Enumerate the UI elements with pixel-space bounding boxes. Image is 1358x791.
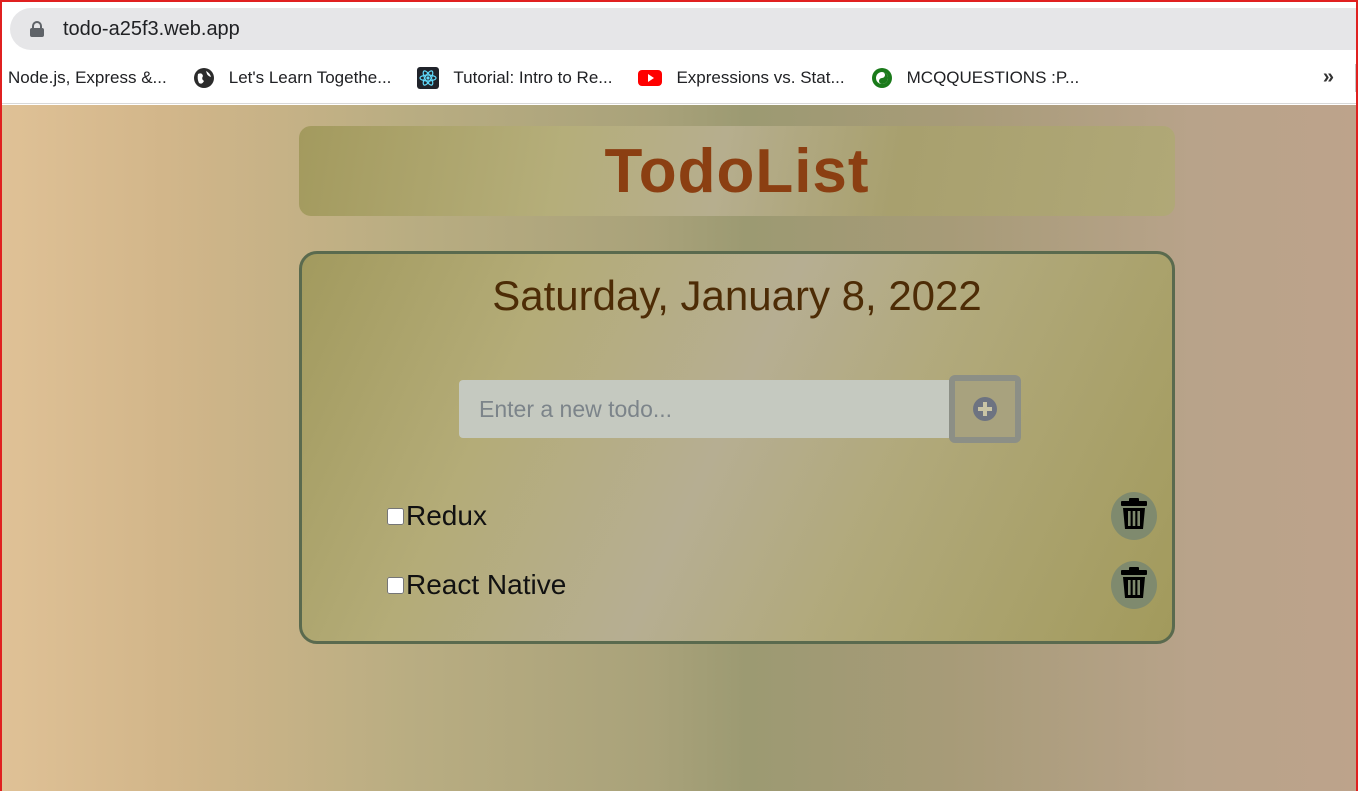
youtube-icon: [638, 67, 663, 89]
delete-todo-button[interactable]: [1111, 492, 1157, 540]
bookmark-label: MCQQUESTIONS :P...: [906, 68, 1080, 87]
bookmark-label: Expressions vs. Stat...: [676, 68, 845, 87]
bookmark-label: Let's Learn Togethe...: [228, 68, 392, 87]
bookmarks-overflow-button[interactable]: »: [1323, 66, 1334, 89]
trash-icon: [1120, 566, 1148, 604]
bookmark-react-tutorial[interactable]: Tutorial: Intro to Re...: [417, 67, 612, 89]
todo-text: Redux: [406, 500, 487, 531]
todo-checkbox[interactable]: [387, 576, 404, 594]
react-icon: [417, 67, 440, 89]
url-text[interactable]: todo-a25f3.web.app: [63, 18, 240, 41]
todo-item: React Native: [387, 561, 1157, 609]
browser-chrome: todo-a25f3.web.app Node.js, Express &...…: [2, 2, 1356, 104]
app-header: TodoList: [299, 126, 1175, 216]
bookmark-label: Tutorial: Intro to Re...: [453, 68, 613, 87]
todo-item: Redux: [387, 492, 1157, 540]
new-todo-input[interactable]: [459, 380, 949, 438]
bookmark-expressions[interactable]: Expressions vs. Stat...: [638, 67, 845, 89]
bookmark-label: Node.js, Express &...: [8, 68, 167, 87]
divider: [1355, 64, 1356, 92]
app-title: TodoList: [604, 136, 870, 206]
lock-icon[interactable]: [30, 21, 44, 37]
bookmark-mcqquestions[interactable]: MCQQUESTIONS :P...: [871, 67, 1080, 89]
todo-checkbox[interactable]: [387, 507, 404, 525]
todo-text: React Native: [406, 569, 567, 600]
add-todo-button[interactable]: [949, 375, 1021, 443]
delete-todo-button[interactable]: [1111, 561, 1157, 609]
bookmarks-bar: Node.js, Express &... Let's Learn Togeth…: [2, 58, 1356, 98]
bookmark-lets-learn[interactable]: Let's Learn Togethe...: [193, 67, 392, 89]
todo-card: Saturday, January 8, 2022 Redux React Na…: [299, 251, 1175, 644]
address-bar[interactable]: todo-a25f3.web.app: [10, 8, 1356, 50]
plus-circle-icon: [973, 397, 997, 421]
globe-icon: [193, 67, 215, 89]
page-background: TodoList Saturday, January 8, 2022 Redux…: [2, 105, 1356, 791]
current-date: Saturday, January 8, 2022: [492, 272, 982, 319]
trash-icon: [1120, 497, 1148, 535]
bookmark-node-express[interactable]: Node.js, Express &...: [8, 68, 167, 88]
mcq-icon: [871, 67, 893, 89]
add-todo-form: [459, 375, 1021, 443]
